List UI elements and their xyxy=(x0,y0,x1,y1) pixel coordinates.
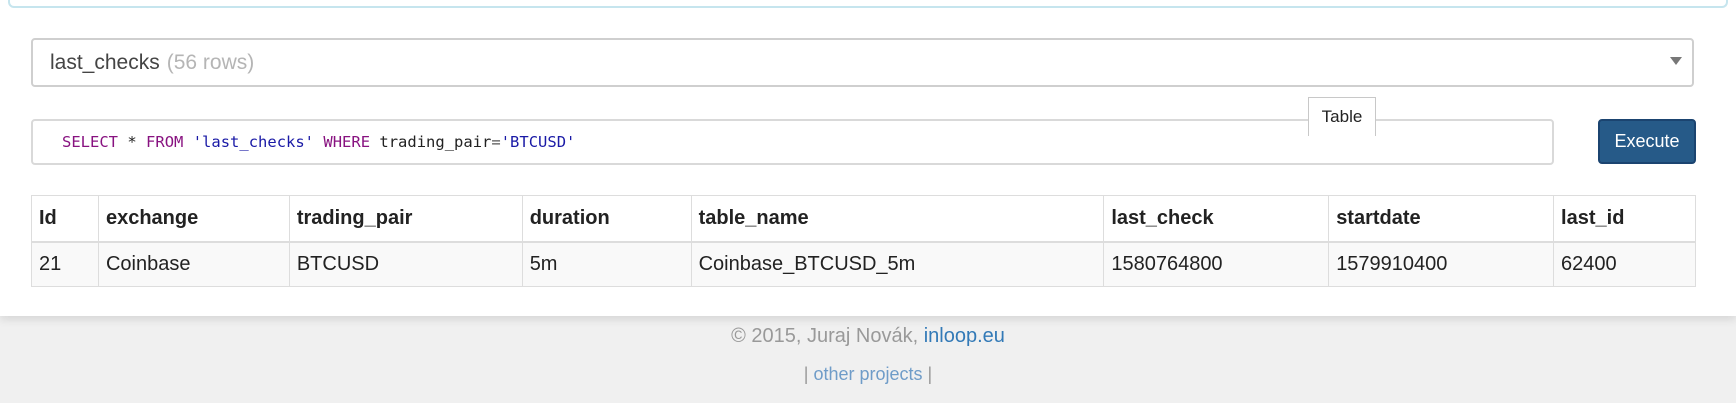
table-header-row: Id exchange trading_pair duration table_… xyxy=(31,195,1696,243)
sql-star: * xyxy=(127,133,137,151)
column-header-table-name[interactable]: table_name xyxy=(690,195,1105,243)
row-count-label: (56 rows) xyxy=(166,50,255,74)
copyright-text: © 2015, Juraj Novák, xyxy=(731,325,919,347)
column-header-last-check[interactable]: last_check xyxy=(1103,195,1330,243)
column-header-exchange[interactable]: exchange xyxy=(97,195,290,243)
sql-table-literal: 'last_checks' xyxy=(192,133,315,151)
results-table: Id exchange trading_pair duration table_… xyxy=(31,195,1696,287)
cell-trading-pair: BTCUSD xyxy=(288,241,523,287)
column-header-last-id[interactable]: last_id xyxy=(1553,195,1696,243)
separator-right: | xyxy=(927,364,933,384)
sql-value-literal: 'BTCUSD' xyxy=(500,133,576,151)
cell-exchange: Coinbase xyxy=(97,241,290,287)
table-select-dropdown[interactable]: last_checks (56 rows) xyxy=(31,38,1694,87)
sql-keyword-where: WHERE xyxy=(323,133,371,151)
other-projects-link[interactable]: other projects xyxy=(813,364,922,384)
cell-id: 21 xyxy=(31,241,99,287)
site-link[interactable]: inloop.eu xyxy=(924,325,1005,347)
execute-button[interactable]: Execute xyxy=(1598,119,1696,164)
column-header-trading-pair[interactable]: trading_pair xyxy=(288,195,523,243)
cell-last-check: 1580764800 xyxy=(1103,241,1330,287)
cell-last-id: 62400 xyxy=(1553,241,1696,287)
tab-table[interactable]: Table xyxy=(1308,97,1376,136)
main-panel: last_checks (56 rows) SELECT * FROM 'las… xyxy=(0,0,1736,316)
column-header-startdate[interactable]: startdate xyxy=(1328,195,1555,243)
top-info-box xyxy=(8,0,1728,8)
separator-left: | xyxy=(803,364,809,384)
table-row: 21 Coinbase BTCUSD 5m Coinbase_BTCUSD_5m… xyxy=(31,241,1696,287)
sql-operator: = xyxy=(491,133,501,151)
footer-copyright: © 2015, Juraj Novák, inloop.eu xyxy=(0,325,1736,348)
sql-keyword-select: SELECT xyxy=(62,133,118,151)
footer-links: | other projects | xyxy=(0,364,1736,385)
cell-table-name: Coinbase_BTCUSD_5m xyxy=(690,241,1105,287)
cell-duration: 5m xyxy=(521,241,692,287)
column-header-duration[interactable]: duration xyxy=(521,195,692,243)
selected-table-name: last_checks xyxy=(50,50,160,74)
column-header-id[interactable]: Id xyxy=(31,195,99,243)
cell-startdate: 1579910400 xyxy=(1328,241,1555,287)
sql-column: trading_pair xyxy=(379,133,492,151)
chevron-down-icon xyxy=(1670,57,1682,65)
sql-keyword-from: FROM xyxy=(146,133,184,151)
